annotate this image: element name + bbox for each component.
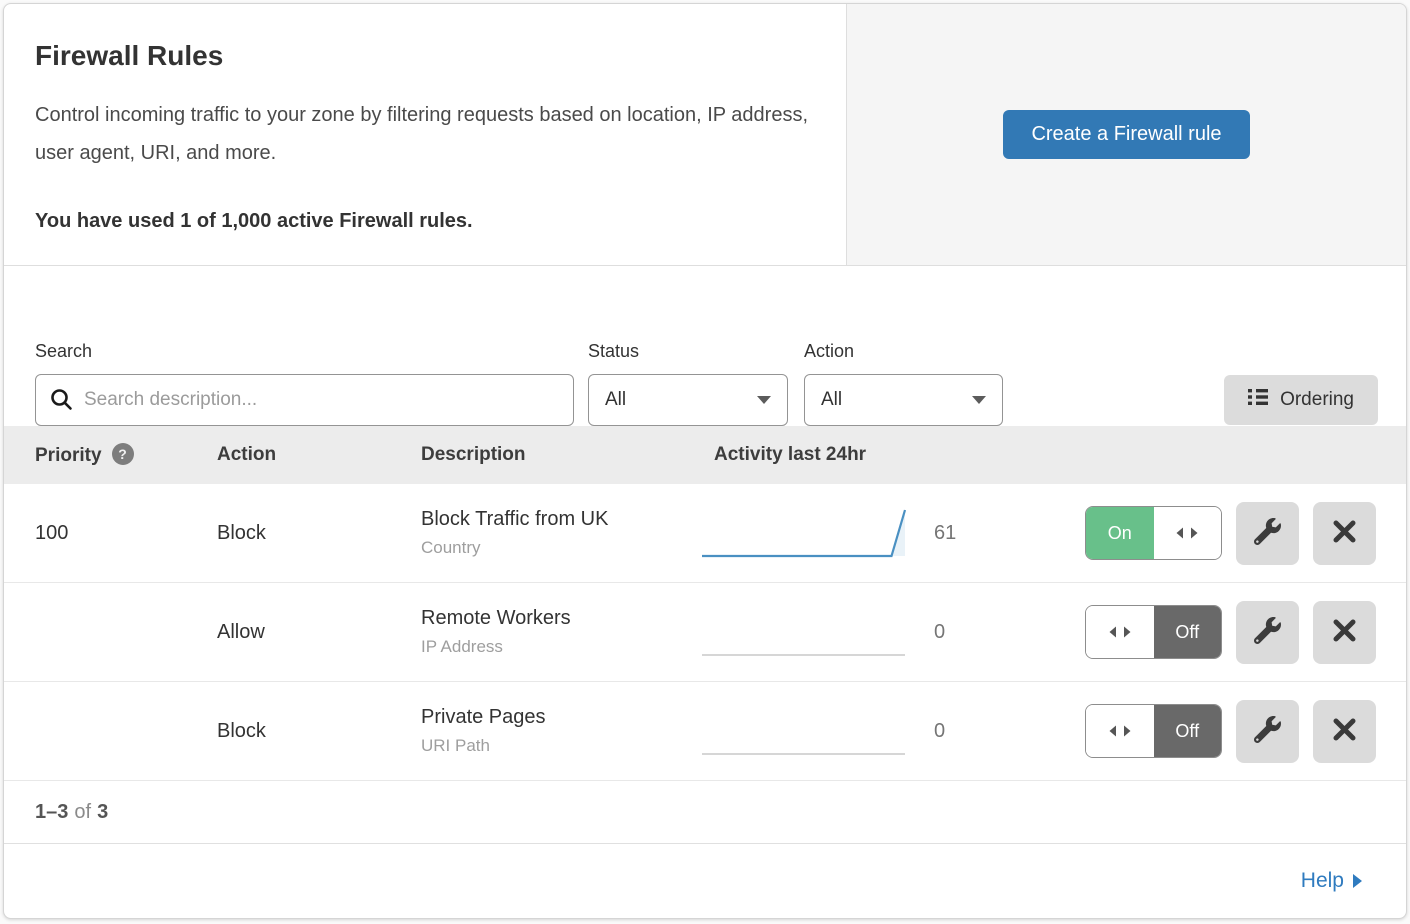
pagination-summary: 1–3 of 3: [4, 781, 1406, 843]
activity-cell: 0: [701, 702, 1085, 760]
enable-toggle[interactable]: Off: [1085, 704, 1222, 758]
activity-count: 0: [934, 720, 964, 743]
delete-rule-button[interactable]: [1313, 700, 1376, 763]
close-icon: [1333, 718, 1356, 744]
wrench-icon: [1254, 716, 1281, 746]
close-icon: [1333, 619, 1356, 645]
status-selected-value: All: [605, 389, 626, 411]
toggle-off-label: Off: [1154, 705, 1222, 757]
create-firewall-rule-button[interactable]: Create a Firewall rule: [1003, 110, 1249, 159]
firewall-rules-card: Firewall Rules Control incoming traffic …: [3, 3, 1407, 919]
help-arrow-icon: [1353, 874, 1362, 888]
close-icon: [1333, 520, 1356, 546]
column-header-priority: Priority?: [35, 443, 217, 467]
activity-cell: 0: [701, 603, 1085, 661]
search-label: Search: [35, 341, 588, 362]
rule-description: Private Pages: [421, 706, 701, 729]
row-controls: Off: [1085, 700, 1376, 763]
activity-sparkline: [701, 603, 906, 661]
rule-description: Remote Workers: [421, 607, 701, 630]
chevron-down-icon: [972, 396, 986, 404]
column-header-activity: Activity last 24hr: [701, 444, 1376, 466]
wrench-icon: [1254, 518, 1281, 548]
toggle-handle-icon: [1154, 507, 1222, 559]
header-section: Firewall Rules Control incoming traffic …: [4, 4, 1406, 266]
action-cell: Block: [217, 522, 421, 545]
enable-toggle[interactable]: On: [1085, 506, 1222, 560]
help-link[interactable]: Help: [1301, 869, 1344, 893]
action-select[interactable]: All: [804, 374, 1003, 426]
column-header-action: Action: [217, 444, 421, 466]
ordering-button[interactable]: Ordering: [1224, 375, 1378, 425]
help-bar: Help: [4, 843, 1406, 918]
priority-help-icon[interactable]: ?: [112, 443, 134, 465]
rule-match-type: Country: [421, 538, 701, 558]
activity-sparkline: [701, 504, 906, 562]
activity-cell: 61: [701, 504, 1085, 562]
edit-rule-button[interactable]: [1236, 700, 1299, 763]
edit-rule-button[interactable]: [1236, 601, 1299, 664]
table-row: Allow Remote Workers IP Address 0 Off: [4, 583, 1406, 682]
row-controls: On: [1085, 502, 1376, 565]
action-cell: Block: [217, 720, 421, 743]
action-cell: Allow: [217, 621, 421, 644]
activity-sparkline: [701, 702, 906, 760]
filter-bar: Search Status All Action All: [4, 266, 1406, 426]
page-title: Firewall Rules: [35, 40, 815, 72]
status-label: Status: [588, 341, 804, 362]
table-header: Priority? Action Description Activity la…: [4, 426, 1406, 484]
column-header-description: Description: [421, 444, 701, 466]
delete-rule-button[interactable]: [1313, 601, 1376, 664]
priority-cell: 100: [35, 522, 217, 545]
activity-count: 61: [934, 522, 964, 545]
enable-toggle[interactable]: Off: [1085, 605, 1222, 659]
ordering-button-label: Ordering: [1280, 389, 1354, 411]
toggle-on-label: On: [1086, 507, 1154, 559]
rule-match-type: URI Path: [421, 736, 701, 756]
delete-rule-button[interactable]: [1313, 502, 1376, 565]
chevron-down-icon: [757, 396, 771, 404]
activity-count: 0: [934, 621, 964, 644]
search-input[interactable]: [35, 374, 574, 426]
pagination-range: 1–3: [35, 801, 68, 824]
table-row: 100 Block Block Traffic from UK Country …: [4, 484, 1406, 583]
table-row: Block Private Pages URI Path 0 Off: [4, 682, 1406, 781]
status-select[interactable]: All: [588, 374, 788, 426]
usage-note: You have used 1 of 1,000 active Firewall…: [35, 210, 815, 233]
edit-rule-button[interactable]: [1236, 502, 1299, 565]
wrench-icon: [1254, 617, 1281, 647]
action-label: Action: [804, 341, 1003, 362]
toggle-handle-icon: [1086, 705, 1154, 757]
action-selected-value: All: [821, 389, 842, 411]
description-cell: Private Pages URI Path: [421, 706, 701, 756]
header-action-panel: Create a Firewall rule: [847, 4, 1406, 265]
toggle-handle-icon: [1086, 606, 1154, 658]
description-cell: Block Traffic from UK Country: [421, 508, 701, 558]
row-controls: Off: [1085, 601, 1376, 664]
ordered-list-icon: [1248, 388, 1268, 412]
pagination-of: of: [74, 801, 91, 824]
description-cell: Remote Workers IP Address: [421, 607, 701, 657]
rule-match-type: IP Address: [421, 637, 701, 657]
pagination-total: 3: [97, 801, 108, 824]
page-description: Control incoming traffic to your zone by…: [35, 96, 815, 172]
toggle-off-label: Off: [1154, 606, 1222, 658]
header-text-panel: Firewall Rules Control incoming traffic …: [4, 4, 847, 265]
search-icon: [50, 388, 73, 416]
rule-description: Block Traffic from UK: [421, 508, 701, 531]
